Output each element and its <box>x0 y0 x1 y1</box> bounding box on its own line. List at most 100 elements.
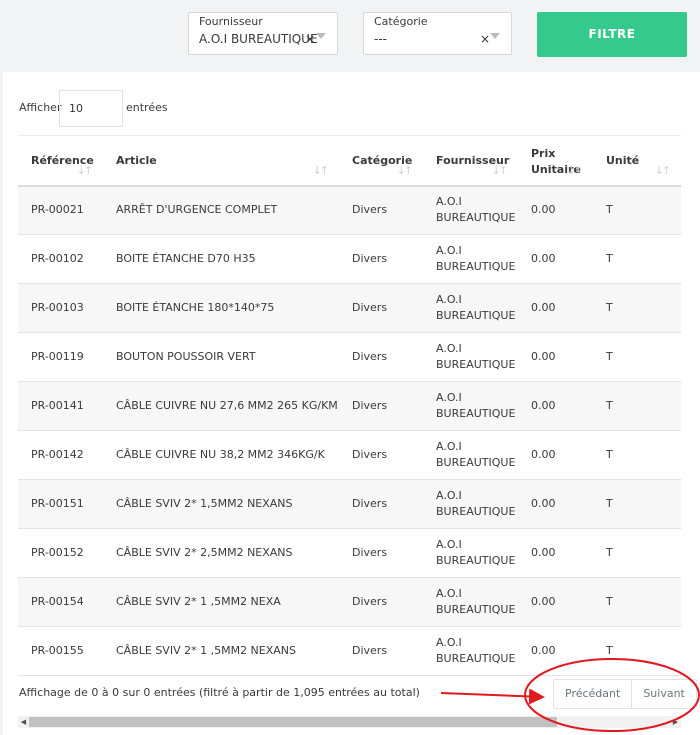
table-row[interactable]: PR-00102 BOITE ÉTANCHE D70 H35 Divers A.O.I… <box>18 234 681 284</box>
column-header-supplier[interactable]: Fournisseur ↓↑ <box>423 135 518 187</box>
cell-supplier: A.O.I BUREAUTIQUE <box>423 185 518 235</box>
table-row[interactable]: PR-00119 BOUTON POUSSOIR VERT Divers A.O.I B… <box>18 332 681 382</box>
sort-icon: ↓↑ <box>312 163 330 177</box>
cell-unit: T <box>593 479 681 529</box>
cell-supplier: A.O.I BUREAUTIQUE <box>423 381 518 431</box>
supplier-filter-label: Fournisseur <box>199 15 263 28</box>
category-dropdown-icon[interactable] <box>490 33 500 39</box>
cell-article: BOITE ÉTANCHE D70 H35 <box>103 234 339 284</box>
cell-category: Divers <box>339 185 423 235</box>
cell-unit: T <box>593 283 681 333</box>
cell-reference: PR-00119 <box>18 332 103 382</box>
cell-category: Divers <box>339 381 423 431</box>
column-header-category[interactable]: Catégorie ↓↑ <box>339 135 423 187</box>
cell-supplier: A.O.I BUREAUTIQUE <box>423 626 518 676</box>
products-table-card: Afficher 10 entrées Référence ↓↑ Article ↓… <box>3 72 700 735</box>
table-row[interactable]: PR-00155 CÂBLE SVIV 2* 1 ,5MM2 NEXANS Dive… <box>18 626 681 676</box>
cell-unit: T <box>593 185 681 235</box>
cell-article: CÂBLE CUIVRE NU 38,2 MM2 346KG/K <box>103 430 339 480</box>
cell-article: BOITE ÉTANCHE 180*140*75 <box>103 283 339 333</box>
page-length-input[interactable]: 10 <box>59 90 123 127</box>
previous-page-button[interactable]: Précédant <box>554 680 632 708</box>
cell-supplier: A.O.I BUREAUTIQUE <box>423 430 518 480</box>
cell-unit: T <box>593 577 681 627</box>
column-header-unit[interactable]: Unité ↓↑ <box>593 135 681 187</box>
table-info: Affichage de 0 à 0 sur 0 entrées (filtré… <box>19 686 420 699</box>
cell-article: CÂBLE SVIV 2* 1 ,5MM2 NEXA <box>103 577 339 627</box>
table-row[interactable]: PR-00152 CÂBLE SVIV 2* 2,5MM2 NEXANS Diver… <box>18 528 681 578</box>
cell-reference: PR-00141 <box>18 381 103 431</box>
column-header-article[interactable]: Article ↓↑ <box>103 135 339 187</box>
cell-price: 0.00 <box>518 528 593 578</box>
cell-category: Divers <box>339 577 423 627</box>
cell-unit: T <box>593 626 681 676</box>
category-clear-icon[interactable]: × <box>480 32 490 46</box>
page-length-prefix: Afficher <box>19 101 62 114</box>
cell-price: 0.00 <box>518 430 593 480</box>
cell-reference: PR-00152 <box>18 528 103 578</box>
table-row[interactable]: PR-00141 CÂBLE CUIVRE NU 27,6 MM2 265 KG/… <box>18 381 681 431</box>
cell-price: 0.00 <box>518 283 593 333</box>
cell-price: 0.00 <box>518 332 593 382</box>
sort-icon: ↓↑ <box>396 163 414 177</box>
category-filter[interactable]: Catégorie --- × <box>363 12 512 55</box>
table-row[interactable]: PR-00154 CÂBLE SVIV 2* 1 ,5MM2 NEXA Divers… <box>18 577 681 627</box>
cell-price: 0.00 <box>518 626 593 676</box>
cell-reference: PR-00102 <box>18 234 103 284</box>
cell-article: BOUTON POUSSOIR VERT <box>103 332 339 382</box>
supplier-clear-icon[interactable]: × <box>305 32 315 46</box>
scrollbar-thumb[interactable] <box>29 717 557 727</box>
table-row[interactable]: PR-00151 CÂBLE SVIV 2* 1,5MM2 NEXANS Diver… <box>18 479 681 529</box>
supplier-filter[interactable]: Fournisseur A.O.I BUREAUTIQUE × <box>188 12 338 55</box>
cell-reference: PR-00154 <box>18 577 103 627</box>
cell-unit: T <box>593 528 681 578</box>
sort-icon: ↓↑ <box>76 163 94 177</box>
cell-supplier: A.O.I BUREAUTIQUE <box>423 528 518 578</box>
supplier-dropdown-icon[interactable] <box>316 33 326 39</box>
scroll-right-icon[interactable]: ▶ <box>670 716 681 728</box>
filter-button[interactable]: FILTRE <box>537 12 687 57</box>
cell-price: 0.00 <box>518 479 593 529</box>
horizontal-scrollbar[interactable]: ◀ ▶ <box>18 716 681 728</box>
cell-category: Divers <box>339 528 423 578</box>
cell-supplier: A.O.I BUREAUTIQUE <box>423 234 518 284</box>
cell-article: CÂBLE SVIV 2* 1 ,5MM2 NEXANS <box>103 626 339 676</box>
cell-reference: PR-00021 <box>18 185 103 235</box>
cell-supplier: A.O.I BUREAUTIQUE <box>423 332 518 382</box>
sort-icon: ↓↑ <box>654 163 672 177</box>
next-page-button[interactable]: Suivant <box>631 680 696 708</box>
sort-icon: ↓↑ <box>566 163 584 177</box>
cell-reference: PR-00151 <box>18 479 103 529</box>
table-row[interactable]: PR-00142 CÂBLE CUIVRE NU 38,2 MM2 346KG/K… <box>18 430 681 480</box>
cell-unit: T <box>593 234 681 284</box>
page-length-suffix: entrées <box>126 101 168 114</box>
category-filter-label: Catégorie <box>374 15 428 28</box>
cell-supplier: A.O.I BUREAUTIQUE <box>423 479 518 529</box>
cell-price: 0.00 <box>518 234 593 284</box>
cell-supplier: A.O.I BUREAUTIQUE <box>423 283 518 333</box>
cell-price: 0.00 <box>518 381 593 431</box>
table-row[interactable]: PR-00103 BOITE ÉTANCHE 180*140*75 Divers A.… <box>18 283 681 333</box>
table-header-row: Référence ↓↑ Article ↓↑ Catégorie ↓↑ Fourni… <box>18 135 681 187</box>
cell-price: 0.00 <box>518 185 593 235</box>
pagination: Précédant Suivant <box>553 679 697 709</box>
scroll-left-icon[interactable]: ◀ <box>18 716 29 728</box>
sort-icon: ↓↑ <box>491 163 509 177</box>
cell-category: Divers <box>339 479 423 529</box>
cell-category: Divers <box>339 234 423 284</box>
category-filter-value: --- <box>374 32 387 46</box>
cell-reference: PR-00103 <box>18 283 103 333</box>
cell-category: Divers <box>339 283 423 333</box>
supplier-filter-value: A.O.I BUREAUTIQUE <box>199 32 318 46</box>
cell-supplier: A.O.I BUREAUTIQUE <box>423 577 518 627</box>
cell-article: CÂBLE CUIVRE NU 27,6 MM2 265 KG/KM <box>103 381 339 431</box>
column-header-price[interactable]: Prix Unitaire ↓↑ <box>518 135 593 187</box>
cell-article: ARRÊT D'URGENCE COMPLET <box>103 185 339 235</box>
cell-price: 0.00 <box>518 577 593 627</box>
cell-reference: PR-00155 <box>18 626 103 676</box>
column-header-reference[interactable]: Référence ↓↑ <box>18 135 103 187</box>
table-row[interactable]: PR-00021 ARRÊT D'URGENCE COMPLET Divers A.O… <box>18 185 681 235</box>
cell-category: Divers <box>339 332 423 382</box>
cell-unit: T <box>593 332 681 382</box>
cell-article: CÂBLE SVIV 2* 2,5MM2 NEXANS <box>103 528 339 578</box>
